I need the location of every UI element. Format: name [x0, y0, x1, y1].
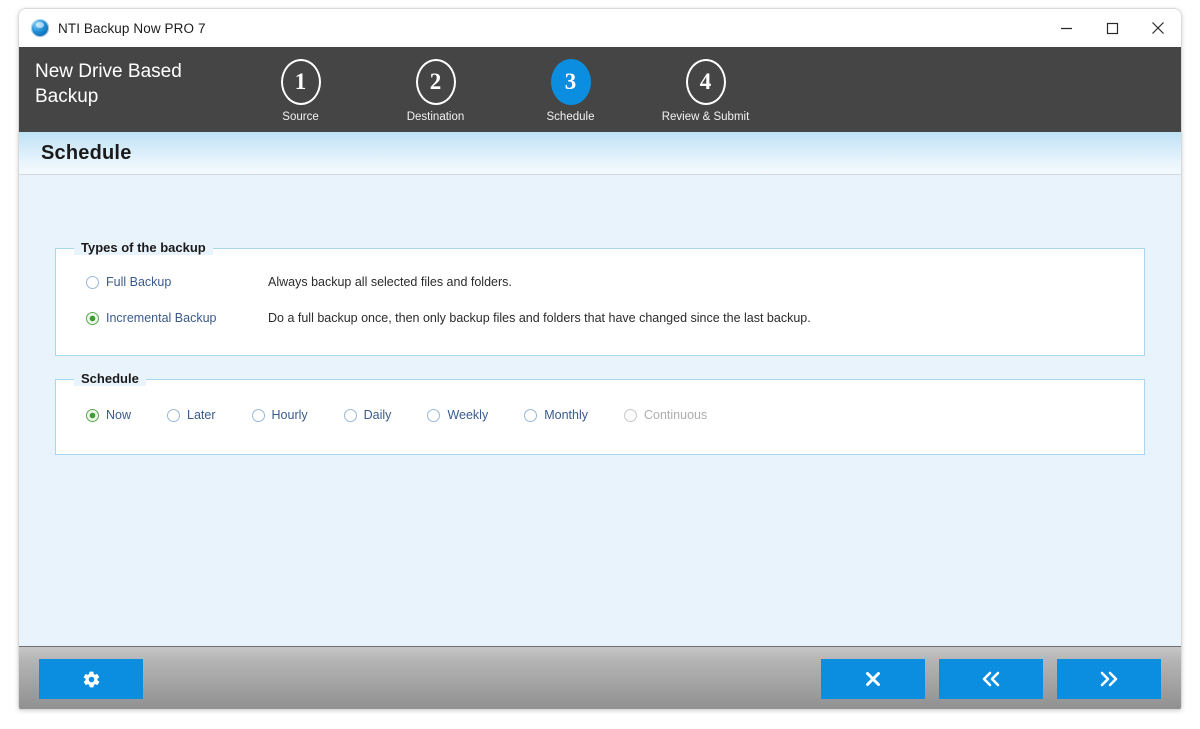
- radio-indicator-icon: [344, 409, 357, 422]
- wizard-title: New Drive Based Backup: [35, 59, 235, 109]
- radio-schedule-continuous: Continuous: [624, 408, 707, 422]
- radio-schedule-hourly[interactable]: Hourly: [252, 408, 308, 422]
- radio-schedule-weekly[interactable]: Weekly: [427, 408, 488, 422]
- next-button[interactable]: [1057, 659, 1161, 699]
- backup-type-description: Always backup all selected files and fol…: [268, 275, 512, 289]
- wizard-steps: 1 Source 2 Destination 3 Schedule 4 Revi…: [233, 47, 773, 132]
- radio-indicator-icon: [524, 409, 537, 422]
- backup-type-row-full: Full Backup Always backup all selected f…: [56, 269, 1144, 295]
- schedule-group: Schedule Now Later Hourly Daily: [55, 379, 1145, 455]
- close-x-icon: [864, 670, 882, 688]
- radio-indicator-icon: [86, 312, 99, 325]
- page-content: Types of the backup Full Backup Always b…: [19, 175, 1181, 646]
- radio-schedule-monthly[interactable]: Monthly: [524, 408, 588, 422]
- radio-label: Full Backup: [106, 275, 171, 289]
- page-title: Schedule: [41, 142, 132, 165]
- page-title-bar: Schedule: [19, 132, 1181, 175]
- wizard-step-source[interactable]: 1 Source: [233, 47, 368, 132]
- backup-type-description: Do a full backup once, then only backup …: [268, 311, 811, 325]
- wizard-step-destination[interactable]: 2 Destination: [368, 47, 503, 132]
- radio-label: Weekly: [447, 408, 488, 422]
- nti-logo-icon: [31, 19, 49, 37]
- wizard-step-review-submit[interactable]: 4 Review & Submit: [638, 47, 773, 132]
- radio-schedule-later[interactable]: Later: [167, 408, 216, 422]
- wizard-step-schedule[interactable]: 3 Schedule: [503, 47, 638, 132]
- schedule-group-legend: Schedule: [74, 371, 146, 386]
- radio-indicator-icon: [624, 409, 637, 422]
- radio-label: Incremental Backup: [106, 311, 216, 325]
- maximize-icon[interactable]: [1089, 9, 1135, 47]
- step-number-badge: 4: [686, 59, 726, 105]
- step-label: Review & Submit: [662, 111, 750, 123]
- step-number-badge: 1: [281, 59, 321, 105]
- cancel-button[interactable]: [821, 659, 925, 699]
- types-group-legend: Types of the backup: [74, 240, 213, 255]
- radio-schedule-now[interactable]: Now: [86, 408, 131, 422]
- radio-indicator-icon: [167, 409, 180, 422]
- radio-label: Monthly: [544, 408, 588, 422]
- step-number-badge: 2: [416, 59, 456, 105]
- wizard-header: New Drive Based Backup 1 Source 2 Destin…: [19, 47, 1181, 132]
- window-controls: [1043, 9, 1181, 47]
- double-chevron-right-icon: [1097, 670, 1121, 688]
- radio-indicator-icon: [252, 409, 265, 422]
- step-label: Schedule: [547, 111, 595, 123]
- double-chevron-left-icon: [979, 670, 1003, 688]
- schedule-options-row: Now Later Hourly Daily Weekly: [86, 402, 1134, 428]
- radio-incremental-backup[interactable]: Incremental Backup: [86, 311, 216, 325]
- radio-label: Later: [187, 408, 216, 422]
- application-window: NTI Backup Now PRO 7 New Drive Based Bac…: [18, 8, 1182, 710]
- minimize-icon[interactable]: [1043, 9, 1089, 47]
- radio-label: Hourly: [272, 408, 308, 422]
- backup-type-row-incremental: Incremental Backup Do a full backup once…: [56, 305, 1144, 331]
- back-button[interactable]: [939, 659, 1043, 699]
- title-bar: NTI Backup Now PRO 7: [19, 9, 1181, 47]
- step-label: Destination: [407, 111, 465, 123]
- radio-label: Daily: [364, 408, 392, 422]
- radio-label: Continuous: [644, 408, 707, 422]
- settings-button[interactable]: [39, 659, 143, 699]
- radio-schedule-daily[interactable]: Daily: [344, 408, 392, 422]
- radio-full-backup[interactable]: Full Backup: [86, 275, 171, 289]
- radio-indicator-icon: [427, 409, 440, 422]
- types-of-backup-group: Types of the backup Full Backup Always b…: [55, 248, 1145, 356]
- radio-label: Now: [106, 408, 131, 422]
- radio-indicator-icon: [86, 409, 99, 422]
- bottom-toolbar: [19, 646, 1181, 710]
- gear-icon: [82, 670, 101, 689]
- step-number-badge: 3: [551, 59, 591, 105]
- window-title: NTI Backup Now PRO 7: [58, 21, 1043, 36]
- close-icon[interactable]: [1135, 9, 1181, 47]
- radio-indicator-icon: [86, 276, 99, 289]
- step-label: Source: [282, 111, 318, 123]
